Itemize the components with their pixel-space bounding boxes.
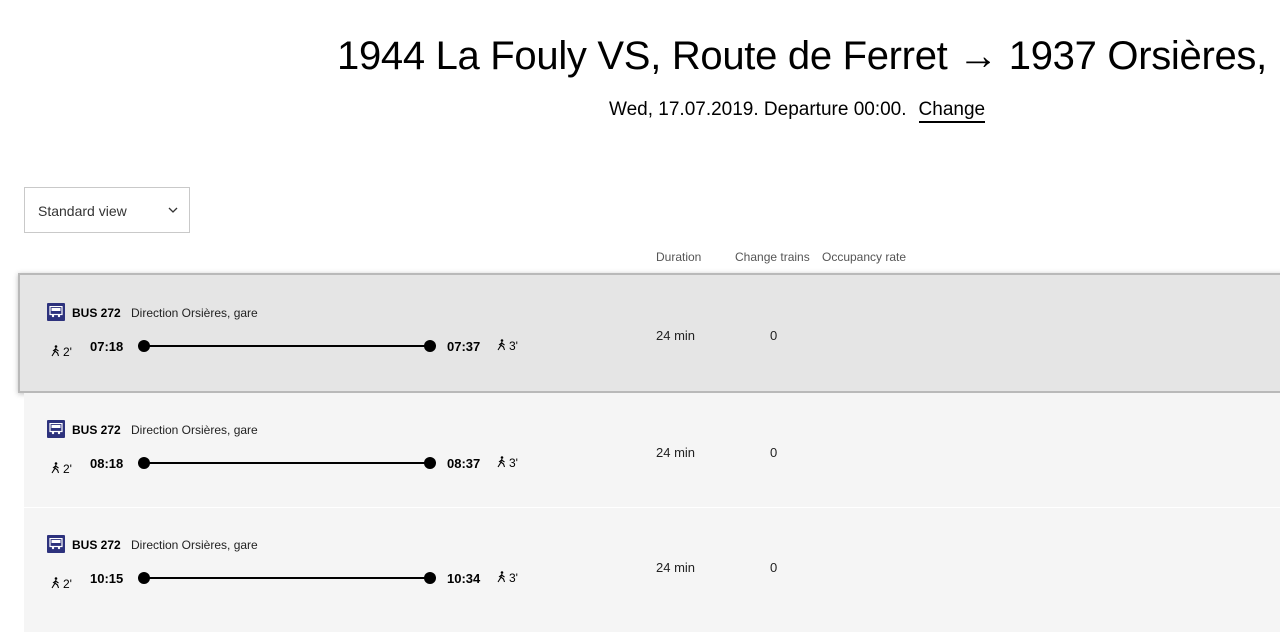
column-header-duration: Duration (656, 250, 702, 264)
bus-icon (47, 535, 65, 553)
timeline-end-dot (424, 572, 436, 584)
connection-row-partial[interactable] (24, 622, 1280, 632)
walk-icon (51, 345, 60, 357)
walk-icon (497, 571, 506, 583)
changes-value: 0 (770, 445, 778, 460)
timeline-bar (144, 462, 430, 464)
changes-value: 0 (770, 328, 778, 343)
bus-icon (47, 303, 65, 321)
duration-value: 24 min (656, 445, 696, 460)
walk-before-time: 2' (63, 462, 72, 476)
line-name: BUS 272 (72, 423, 121, 437)
arrival-time: 07:37 (447, 339, 481, 354)
view-select[interactable]: Standard view (24, 187, 190, 233)
timetable-page: 1944 La Fouly VS, Route de Ferret → 1937… (0, 0, 1280, 632)
duration-value: 24 min (656, 328, 696, 343)
departure-time: 10:15 (90, 571, 124, 586)
line-name: BUS 272 (72, 538, 121, 552)
column-header-change-trains: Change trains (735, 250, 810, 264)
direction-text: Direction Orsières, gare (131, 306, 258, 320)
connection-row[interactable]: BUS 272 Direction Orsières, gare 2' 07:1… (18, 273, 1280, 393)
walk-after-time: 3' (509, 456, 518, 470)
connection-row[interactable]: BUS 272 Direction Orsières, gare 2' 10:1… (24, 508, 1280, 622)
page-title: 1944 La Fouly VS, Route de Ferret → 1937… (337, 34, 1280, 78)
timeline-start-dot (138, 340, 150, 352)
journey-timeline (138, 457, 436, 469)
walk-after: 3' (496, 339, 518, 353)
walk-before-time: 2' (63, 345, 72, 359)
journey-timeline (138, 340, 436, 352)
connection-row[interactable]: BUS 272 Direction Orsières, gare 2' 08:1… (24, 393, 1280, 507)
timeline-end-dot (424, 340, 436, 352)
walk-after-time: 3' (509, 571, 518, 585)
walk-after: 3' (496, 456, 518, 470)
chevron-down-icon (168, 207, 178, 213)
change-search-link[interactable]: Change (918, 99, 986, 123)
timeline-bar (144, 577, 430, 579)
departure-time: 07:18 (90, 339, 124, 354)
journey-timeline (138, 572, 436, 584)
search-summary: Wed, 17.07.2019. Departure 00:00. Change (609, 97, 986, 123)
timeline-bar (144, 345, 430, 347)
walk-before-time: 2' (63, 577, 72, 591)
walk-icon (497, 456, 506, 468)
line-name: BUS 272 (72, 306, 121, 320)
arrival-time: 10:34 (447, 571, 481, 586)
direction-text: Direction Orsières, gare (131, 538, 258, 552)
walk-icon (51, 462, 60, 474)
timeline-end-dot (424, 457, 436, 469)
walk-before: 2' (50, 462, 72, 476)
changes-value: 0 (770, 560, 778, 575)
direction-text: Direction Orsières, gare (131, 423, 258, 437)
date-departure-text: Wed, 17.07.2019. Departure 00:00. (609, 99, 907, 120)
column-header-occupancy: Occupancy rate (822, 250, 907, 264)
departure-time: 08:18 (90, 456, 124, 471)
duration-value: 24 min (656, 560, 696, 575)
walk-before: 2' (50, 345, 72, 359)
walk-icon (497, 339, 506, 351)
arrival-time: 08:37 (447, 456, 481, 471)
timeline-start-dot (138, 572, 150, 584)
bus-icon (47, 420, 65, 438)
walk-icon (51, 577, 60, 589)
timeline-start-dot (138, 457, 150, 469)
walk-after-time: 3' (509, 339, 518, 353)
walk-after: 3' (496, 571, 518, 585)
walk-before: 2' (50, 577, 72, 591)
view-select-value: Standard view (38, 203, 127, 219)
